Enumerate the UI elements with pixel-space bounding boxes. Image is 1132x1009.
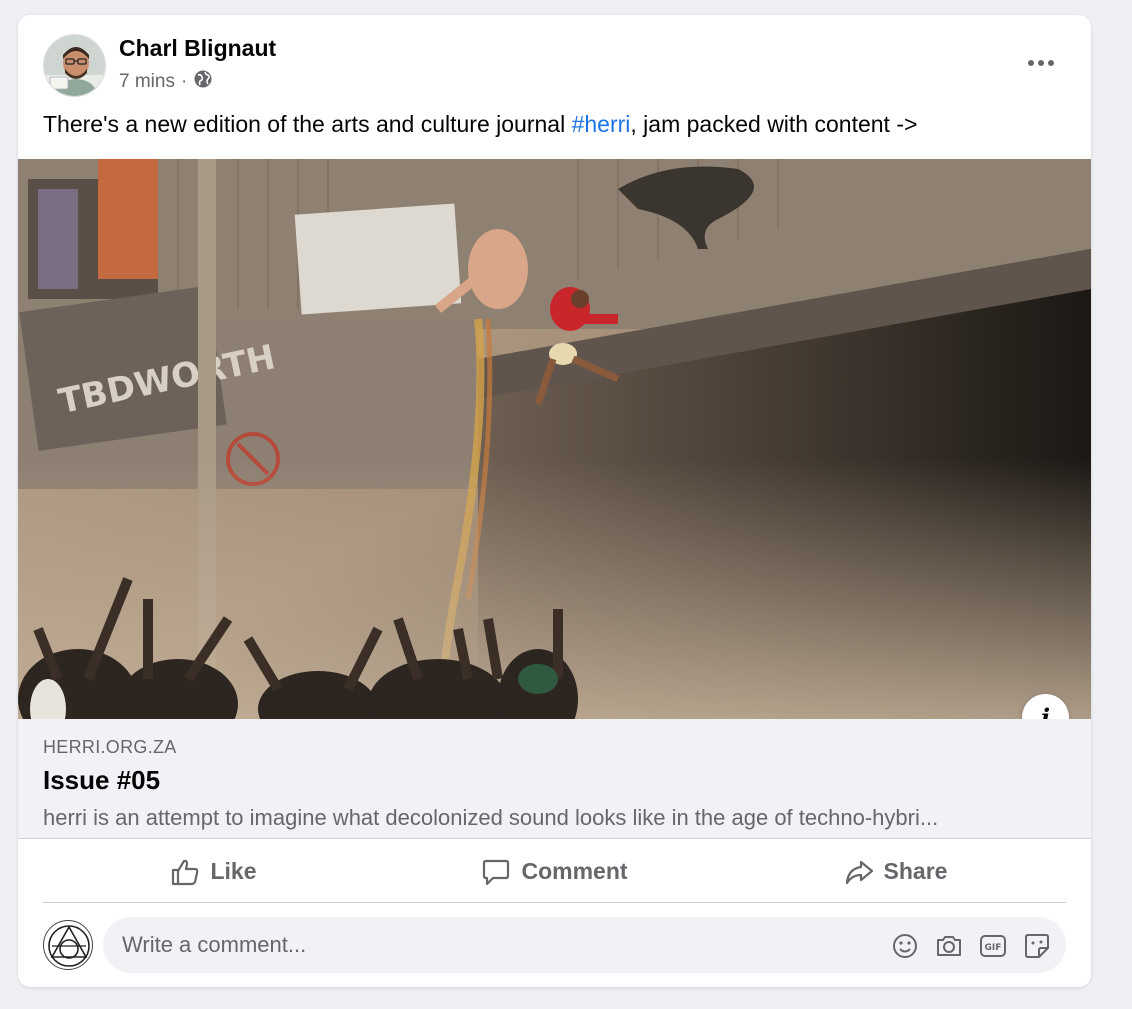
comment-composer: GIF (43, 916, 1066, 974)
more-options-icon (1028, 60, 1054, 66)
share-arrow-icon (845, 860, 873, 884)
share-label: Share (883, 858, 948, 884)
post-header: Charl Blignaut 7 mins · (18, 15, 1091, 115)
sticker-icon[interactable] (1022, 931, 1052, 961)
share-button[interactable]: Share (725, 841, 1066, 902)
more-options-button[interactable] (1021, 51, 1061, 75)
like-label: Like (210, 858, 257, 884)
meta-separator: · (180, 71, 188, 92)
hashtag-link[interactable]: #herri (572, 111, 631, 137)
geometric-logo-icon (48, 925, 90, 967)
link-preview[interactable]: HERRI.ORG.ZA Issue #05 herri is an attem… (18, 719, 1091, 839)
author-avatar[interactable] (43, 34, 106, 97)
thumbs-up-icon (172, 859, 199, 885)
svg-text:GIF: GIF (985, 943, 1002, 953)
post-text-before: There's a new edition of the arts and cu… (43, 111, 572, 137)
current-user-avatar[interactable] (43, 920, 93, 970)
author-name[interactable]: Charl Blignaut (119, 35, 276, 62)
post-text: There's a new edition of the arts and cu… (43, 111, 917, 138)
gif-icon[interactable]: GIF (978, 931, 1008, 961)
author-photo (44, 35, 105, 96)
camera-icon[interactable] (934, 931, 964, 961)
building-fire-photo: TBDWORTH (18, 159, 1091, 719)
emoji-icon[interactable] (890, 931, 920, 961)
post-meta: 7 mins · (119, 69, 213, 95)
comment-label: Comment (521, 858, 628, 884)
comment-button[interactable]: Comment (384, 841, 725, 902)
link-preview-image[interactable]: TBDWORTH (18, 159, 1091, 719)
comment-input[interactable] (103, 917, 863, 973)
post-text-after: , jam packed with content -> (630, 111, 918, 137)
post-time[interactable]: 7 mins (119, 71, 175, 93)
comment-input-wrap: GIF (103, 917, 1066, 973)
link-title[interactable]: Issue #05 (43, 765, 160, 796)
globe-icon[interactable] (193, 69, 213, 95)
post-card: Charl Blignaut 7 mins · There's a new ed… (18, 15, 1091, 987)
comment-tools: GIF (890, 931, 1052, 961)
like-button[interactable]: Like (43, 841, 384, 902)
link-domain: HERRI.ORG.ZA (43, 737, 177, 757)
post-actions: Like Comment Share (43, 841, 1066, 903)
link-description: herri is an attempt to imagine what deco… (43, 805, 939, 830)
comment-icon (483, 859, 510, 885)
